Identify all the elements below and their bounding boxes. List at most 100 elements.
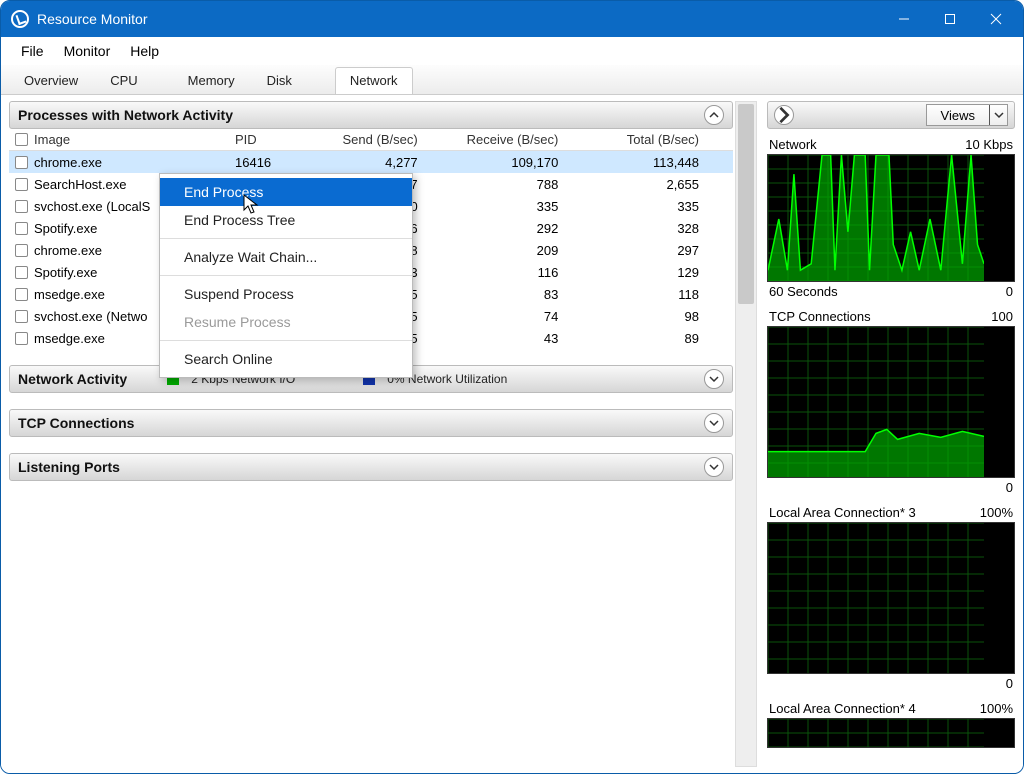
- row-checkbox[interactable]: [15, 200, 28, 213]
- tcp-connections-header[interactable]: TCP Connections: [9, 409, 733, 437]
- chart-canvas: [767, 326, 1015, 478]
- tab-overview[interactable]: Overview: [9, 67, 93, 94]
- process-recv: 109,170: [446, 155, 587, 170]
- row-checkbox[interactable]: [15, 244, 28, 257]
- tcp-title: TCP Connections: [18, 415, 134, 431]
- left-scrollbar[interactable]: [735, 101, 757, 767]
- process-total: 98: [586, 309, 727, 324]
- collapse-right-icon[interactable]: [774, 105, 794, 125]
- menu-monitor[interactable]: Monitor: [54, 41, 121, 61]
- scrollbar-thumb[interactable]: [738, 104, 754, 304]
- process-total: 297: [586, 243, 727, 258]
- window-controls: [881, 1, 1019, 37]
- expand-icon[interactable]: [704, 369, 724, 389]
- chart-title: Network: [769, 137, 817, 152]
- row-checkbox[interactable]: [15, 332, 28, 345]
- app-icon: [11, 10, 29, 28]
- col-image[interactable]: Image: [34, 132, 70, 147]
- menubar: File Monitor Help: [1, 37, 1023, 65]
- tab-cpu[interactable]: CPU: [95, 67, 152, 94]
- context-item[interactable]: Suspend Process: [160, 275, 412, 308]
- processes-section-header[interactable]: Processes with Network Activity: [9, 101, 733, 129]
- views-dropdown[interactable]: Views: [926, 104, 1008, 126]
- col-receive[interactable]: Receive (B/sec): [446, 132, 587, 147]
- table-header: Image PID Send (B/sec) Receive (B/sec) T…: [9, 129, 733, 151]
- process-name: chrome.exe: [34, 155, 102, 170]
- select-all-checkbox[interactable]: [15, 133, 28, 146]
- chart-title: Local Area Connection* 4: [769, 701, 916, 716]
- row-checkbox[interactable]: [15, 266, 28, 279]
- tab-network[interactable]: Network: [335, 67, 413, 94]
- context-item[interactable]: Analyze Wait Chain...: [160, 238, 412, 271]
- col-total[interactable]: Total (B/sec): [586, 132, 727, 147]
- row-checkbox[interactable]: [15, 310, 28, 323]
- process-recv: 74: [446, 309, 587, 324]
- chart-zero: 0: [1006, 676, 1013, 691]
- chart-canvas: [767, 718, 1015, 748]
- process-recv: 116: [446, 265, 587, 280]
- process-name: chrome.exe: [34, 243, 102, 258]
- chart-block: Local Area Connection* 3 100% 0: [767, 505, 1015, 691]
- process-recv: 83: [446, 287, 587, 302]
- context-item[interactable]: End Process Tree: [160, 206, 412, 234]
- row-checkbox[interactable]: [15, 178, 28, 191]
- chart-block: Network10 Kbps60 Seconds0: [767, 137, 1015, 299]
- context-item: Resume Process: [160, 308, 412, 336]
- row-checkbox[interactable]: [15, 288, 28, 301]
- process-pid: 16416: [235, 155, 305, 170]
- process-name: Spotify.exe: [34, 221, 97, 236]
- chart-title: TCP Connections: [769, 309, 871, 324]
- expand-icon[interactable]: [704, 413, 724, 433]
- process-total: 89: [586, 331, 727, 346]
- chart-block: TCP Connections 100 0: [767, 309, 1015, 495]
- chart-zero: 0: [1006, 480, 1013, 495]
- process-total: 2,655: [586, 177, 727, 192]
- right-panel-header: Views: [767, 101, 1015, 129]
- chart-block: Local Area Connection* 4 100%: [767, 701, 1015, 748]
- chart-scale: 100%: [980, 505, 1013, 520]
- expand-icon[interactable]: [704, 457, 724, 477]
- process-name: SearchHost.exe: [34, 177, 127, 192]
- row-checkbox[interactable]: [15, 222, 28, 235]
- process-total: 118: [586, 287, 727, 302]
- process-name: msedge.exe: [34, 287, 105, 302]
- col-send[interactable]: Send (B/sec): [305, 132, 446, 147]
- ports-title: Listening Ports: [18, 459, 120, 475]
- process-recv: 292: [446, 221, 587, 236]
- tab-disk[interactable]: Disk: [252, 67, 307, 94]
- chart-canvas: [767, 154, 1015, 282]
- views-label: Views: [927, 108, 989, 123]
- row-checkbox[interactable]: [15, 156, 28, 169]
- charts-container: Network10 Kbps60 Seconds0TCP Connections…: [767, 129, 1015, 767]
- maximize-button[interactable]: [927, 1, 973, 37]
- left-panel: Processes with Network Activity Image PI…: [9, 101, 757, 767]
- mouse-cursor-icon: [243, 194, 261, 221]
- context-item[interactable]: Search Online: [160, 340, 412, 373]
- menu-help[interactable]: Help: [120, 41, 169, 61]
- process-name: Spotify.exe: [34, 265, 97, 280]
- process-total: 328: [586, 221, 727, 236]
- right-panel: Views Network10 Kbps60 Seconds0TCP Conne…: [767, 101, 1015, 767]
- col-pid[interactable]: PID: [235, 132, 305, 147]
- chart-title: Local Area Connection* 3: [769, 505, 916, 520]
- listening-ports-header[interactable]: Listening Ports: [9, 453, 733, 481]
- process-recv: 335: [446, 199, 587, 214]
- process-recv: 43: [446, 331, 587, 346]
- chart-scale: 100%: [980, 701, 1013, 716]
- tab-memory[interactable]: Memory: [173, 67, 250, 94]
- collapse-icon[interactable]: [704, 105, 724, 125]
- process-name: svchost.exe (Netwo: [34, 309, 147, 324]
- chevron-down-icon: [989, 105, 1007, 125]
- content-area: Processes with Network Activity Image PI…: [1, 95, 1023, 773]
- chart-scale: 100: [991, 309, 1013, 324]
- close-button[interactable]: [973, 1, 1019, 37]
- minimize-button[interactable]: [881, 1, 927, 37]
- app-window: Resource Monitor File Monitor Help Overv…: [0, 0, 1024, 774]
- context-item[interactable]: End Process: [160, 178, 412, 206]
- menu-file[interactable]: File: [11, 41, 54, 61]
- process-name: svchost.exe (LocalS: [34, 199, 150, 214]
- chart-xlabel: 60 Seconds: [769, 284, 838, 299]
- chart-zero: 0: [1006, 284, 1013, 299]
- table-row[interactable]: chrome.exe164164,277109,170113,448: [9, 151, 733, 173]
- context-menu: End ProcessEnd Process Tree Analyze Wait …: [159, 173, 413, 378]
